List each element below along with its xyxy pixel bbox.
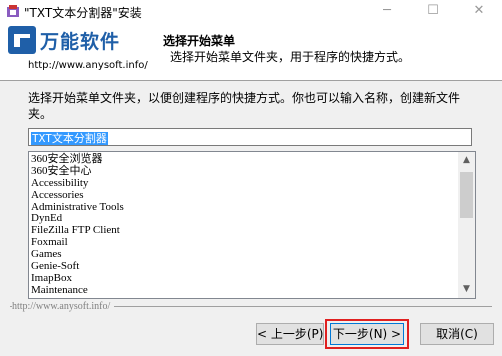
start-menu-folder-input[interactable]: TXT文本分割器 (28, 128, 472, 146)
list-item[interactable]: 360安全浏览器 (31, 153, 459, 165)
list-item[interactable]: FileZilla FTP Client (31, 224, 459, 236)
list-item[interactable]: DynEd (31, 212, 459, 225)
folder-list-items: 360安全浏览器 360安全中心 Accessibility Accessori… (31, 153, 459, 296)
title-bar[interactable]: "TXT文本分割器"安装 ─ ☐ ✕ (0, 0, 502, 22)
logo-text: 万能软件 (40, 31, 121, 53)
list-item[interactable]: Foxmail (31, 236, 459, 248)
list-item[interactable]: Accessories (31, 189, 459, 201)
logo-url: http://www.anysoft.info/ (28, 60, 148, 71)
page-subtitle: 选择开始菜单文件夹，用于程序的快捷方式。 (170, 50, 411, 64)
window-title: "TXT文本分割器"安装 (24, 6, 142, 20)
wizard-header: 万能软件 http://www.anysoft.info/ 选择开始菜单 选择开… (0, 22, 502, 81)
footer-brand: http://www.anysoft.info/ (12, 301, 115, 312)
list-item[interactable]: Maintenance (31, 284, 459, 296)
list-item[interactable]: Accessibility (31, 177, 459, 189)
instruction-text: 选择开始菜单文件夹，以便创建程序的快捷方式。你也可以输入名称，创建新文件夹。 (28, 91, 461, 121)
start-menu-folder-list[interactable]: 360安全浏览器 360安全中心 Accessibility Accessori… (28, 151, 476, 299)
list-item[interactable]: Genie-Soft (31, 260, 459, 272)
installer-window: "TXT文本分割器"安装 ─ ☐ ✕ 万能软件 http://www.anyso… (0, 0, 502, 356)
folder-input-value: TXT文本分割器 (31, 132, 108, 145)
list-item[interactable]: ImapBox (31, 272, 459, 284)
minimize-icon[interactable]: ─ (364, 0, 410, 22)
anysoft-logo-icon (8, 26, 36, 54)
installer-app-icon (7, 5, 19, 17)
maximize-icon[interactable]: ☐ (410, 0, 456, 22)
close-icon[interactable]: ✕ (456, 0, 502, 22)
back-button[interactable]: < 上一步(P) (256, 323, 324, 345)
scroll-down-icon[interactable]: ▼ (458, 281, 475, 298)
list-item[interactable]: 360安全中心 (31, 165, 459, 177)
list-item[interactable]: Administrative Tools (31, 201, 459, 213)
scroll-up-icon[interactable]: ▲ (458, 152, 475, 169)
cancel-button[interactable]: 取消(C) (420, 323, 494, 345)
list-item[interactable]: Games (31, 248, 459, 260)
list-scrollbar[interactable]: ▲ ▼ (458, 152, 475, 298)
scroll-thumb[interactable] (460, 172, 473, 218)
page-title: 选择开始菜单 (163, 34, 236, 48)
next-button[interactable]: 下一步(N) > (330, 323, 404, 345)
